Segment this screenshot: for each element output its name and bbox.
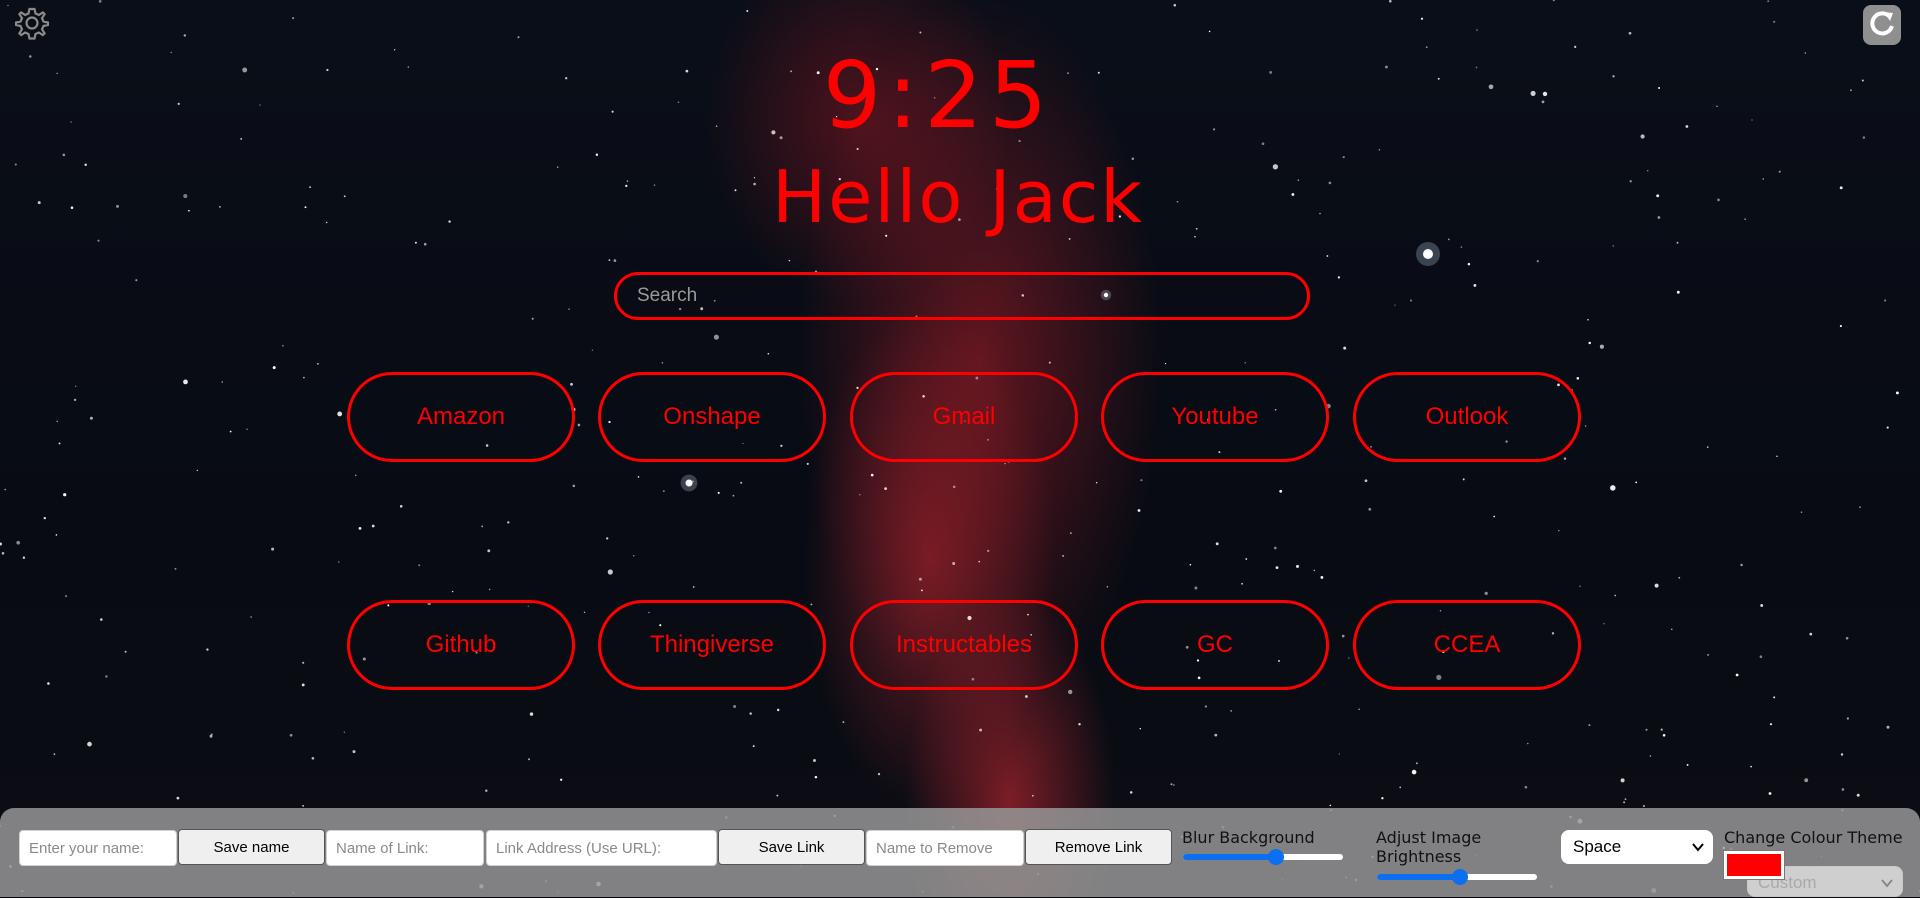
link-button-gmail[interactable]: Gmail (850, 372, 1078, 462)
chevron-down-icon (1881, 879, 1893, 888)
link-button-outlook[interactable]: Outlook (1353, 372, 1581, 462)
brightness-label-line-1: Adjust Image (1376, 828, 1482, 847)
settings-button[interactable] (14, 6, 50, 40)
link-button-amazon[interactable]: Amazon (347, 372, 575, 462)
blur-label: Blur Background (1182, 828, 1315, 847)
remove-link-button[interactable]: Remove Link (1025, 829, 1172, 865)
brightness-slider[interactable] (1377, 869, 1537, 885)
link-button-gc[interactable]: GC (1101, 600, 1329, 690)
link-name-input[interactable] (326, 830, 484, 866)
clock-time: 9:25 (822, 42, 1054, 149)
link-button-onshape[interactable]: Onshape (598, 372, 826, 462)
link-button-ccea[interactable]: CCEA (1353, 600, 1581, 690)
save-name-button[interactable]: Save name (178, 829, 325, 865)
remove-name-input[interactable] (866, 830, 1024, 866)
link-button-thingiverse[interactable]: Thingiverse (598, 600, 826, 690)
link-address-input[interactable] (486, 830, 717, 866)
link-button-github[interactable]: Github (347, 600, 575, 690)
greeting: Hello Jack (771, 155, 1145, 239)
theme-select-value: Space (1573, 837, 1622, 856)
save-link-button[interactable]: Save Link (718, 829, 865, 865)
blur-slider[interactable] (1183, 849, 1343, 865)
refresh-icon (1863, 5, 1901, 45)
chevron-down-icon (1692, 843, 1704, 852)
colour-picker[interactable] (1723, 850, 1785, 880)
brightness-label-line-2: Brightness (1376, 847, 1462, 866)
search-input[interactable] (614, 272, 1310, 320)
theme-select[interactable]: Space (1561, 830, 1713, 864)
link-button-youtube[interactable]: Youtube (1101, 372, 1329, 462)
link-button-instructables[interactable]: Instructables (850, 600, 1078, 690)
gear-icon (14, 7, 50, 40)
colour-theme-label: Change Colour Theme (1724, 828, 1903, 847)
name-input[interactable] (19, 830, 177, 866)
refresh-button[interactable] (1862, 4, 1902, 46)
